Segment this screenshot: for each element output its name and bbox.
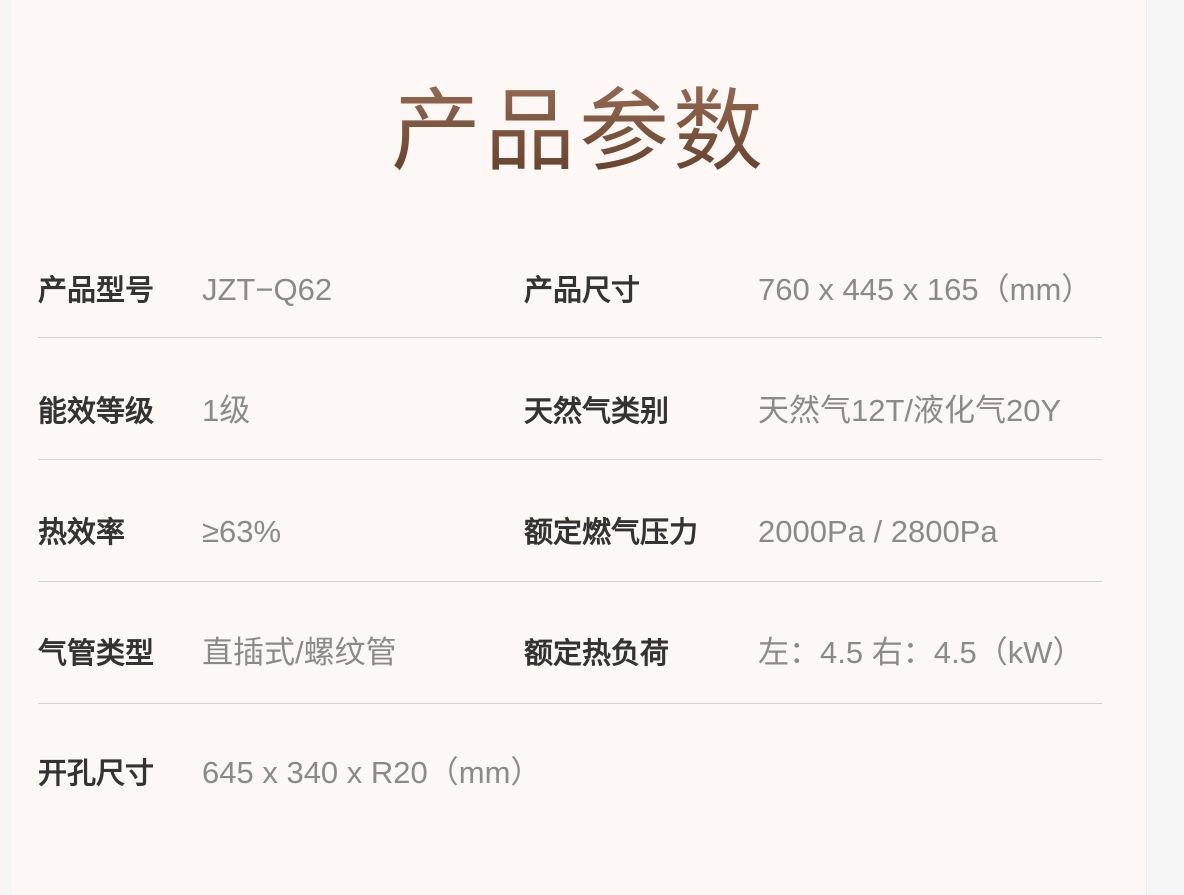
spec-row: 热效率 ≥63% 额定燃气压力 2000Pa / 2800Pa — [38, 512, 1102, 582]
spec-label: 开孔尺寸 — [38, 756, 155, 790]
spec-row: 产品型号 JZT−Q62 产品尺寸 760 x 445 x 165（mm） — [38, 270, 1102, 338]
spec-value: 直插式/螺纹管 — [202, 635, 397, 670]
row-divider — [38, 459, 1102, 460]
spec-label: 能效等级 — [38, 394, 155, 428]
spec-row: 能效等级 1级 天然气类别 天然气12T/液化气20Y — [38, 391, 1102, 460]
spec-value: 760 x 445 x 165（mm） — [758, 272, 1093, 307]
spec-value: 1级 — [202, 393, 251, 428]
product-spec-panel: 产品参数 产品型号 JZT−Q62 产品尺寸 760 x 445 x 165（m… — [12, 0, 1146, 895]
spec-value: 左：4.5 右：4.5（kW） — [758, 635, 1084, 670]
spec-label: 天然气类别 — [524, 394, 670, 428]
row-divider — [38, 703, 1102, 704]
row-divider — [38, 337, 1102, 338]
row-divider — [38, 581, 1102, 582]
page-gutter — [1146, 0, 1184, 895]
spec-value: 645 x 340 x R20（mm） — [202, 755, 542, 790]
spec-label: 产品尺寸 — [524, 273, 641, 307]
spec-row: 气管类型 直插式/螺纹管 额定热负荷 左：4.5 右：4.5（kW） — [38, 633, 1102, 704]
spec-value: JZT−Q62 — [202, 272, 333, 307]
spec-label: 气管类型 — [38, 636, 155, 670]
spec-value: 2000Pa / 2800Pa — [758, 514, 998, 549]
spec-label: 额定热负荷 — [524, 636, 670, 670]
spec-value: ≥63% — [202, 514, 282, 549]
spec-value: 天然气12T/液化气20Y — [758, 393, 1062, 428]
spec-label: 额定燃气压力 — [524, 515, 699, 549]
spec-row: 开孔尺寸 645 x 340 x R20（mm） — [38, 753, 1102, 793]
spec-label: 热效率 — [38, 515, 126, 549]
page-title: 产品参数 — [12, 72, 1146, 192]
spec-label: 产品型号 — [38, 273, 155, 307]
